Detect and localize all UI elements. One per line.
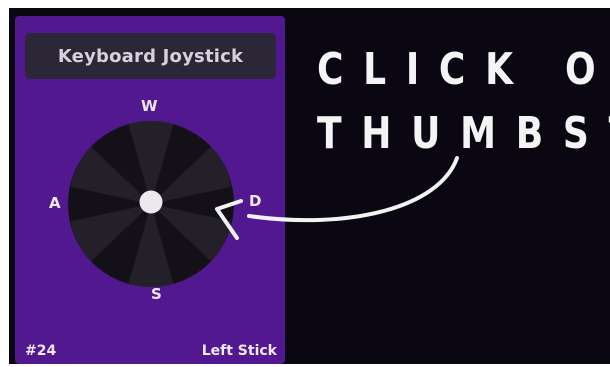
key-label-up: W — [141, 97, 158, 115]
thumbstick-knob[interactable] — [139, 190, 163, 214]
key-label-right: D — [249, 192, 262, 210]
callout-line-2: THUMBSTIC — [317, 108, 610, 159]
key-label-down: S — [151, 285, 162, 303]
stick-assignment: Left Stick — [201, 343, 277, 359]
screen: Keyboard Joystick W A D S #24 Left Stick… — [9, 8, 610, 364]
callout-line-1: CLICK ON — [317, 44, 610, 95]
joystick-id: #24 — [25, 343, 57, 359]
keyboard-joystick-widget[interactable]: Keyboard Joystick W A D S #24 Left Stick — [15, 16, 285, 364]
widget-title: Keyboard Joystick — [25, 33, 276, 79]
joystick-pad[interactable] — [68, 121, 234, 287]
key-label-left: A — [49, 194, 61, 212]
